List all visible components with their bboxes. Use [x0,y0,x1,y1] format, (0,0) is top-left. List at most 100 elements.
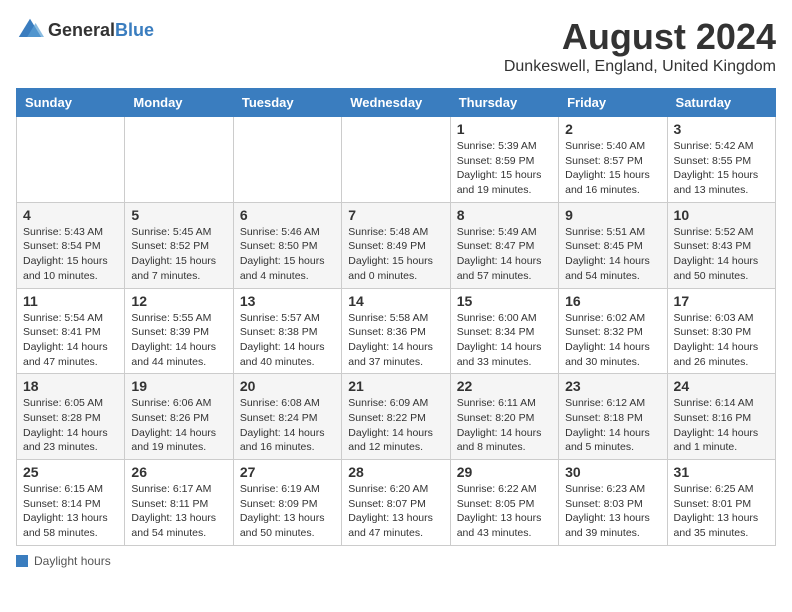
calendar-cell [233,117,341,203]
calendar-table: SundayMondayTuesdayWednesdayThursdayFrid… [16,88,776,546]
day-info: Sunrise: 5:45 AM Sunset: 8:52 PM Dayligh… [131,225,226,284]
day-number: 21 [348,378,443,394]
calendar-cell: 7 Sunrise: 5:48 AM Sunset: 8:49 PM Daylig… [342,202,450,288]
logo-icon [16,16,44,44]
header-cell-sunday: Sunday [17,89,125,117]
day-number: 17 [674,293,769,309]
calendar-cell: 24 Sunrise: 6:14 AM Sunset: 8:16 PM Dayli… [667,374,775,460]
day-number: 26 [131,464,226,480]
day-info: Sunrise: 6:11 AM Sunset: 8:20 PM Dayligh… [457,396,552,455]
day-info: Sunrise: 6:06 AM Sunset: 8:26 PM Dayligh… [131,396,226,455]
day-number: 12 [131,293,226,309]
calendar-cell: 23 Sunrise: 6:12 AM Sunset: 8:18 PM Dayli… [559,374,667,460]
day-number: 13 [240,293,335,309]
calendar-cell: 12 Sunrise: 5:55 AM Sunset: 8:39 PM Dayli… [125,288,233,374]
day-info: Sunrise: 5:57 AM Sunset: 8:38 PM Dayligh… [240,311,335,370]
calendar-cell: 17 Sunrise: 6:03 AM Sunset: 8:30 PM Dayli… [667,288,775,374]
day-number: 18 [23,378,118,394]
logo: General Blue [16,16,154,44]
day-number: 1 [457,121,552,137]
day-info: Sunrise: 6:25 AM Sunset: 8:01 PM Dayligh… [674,482,769,541]
calendar-cell: 27 Sunrise: 6:19 AM Sunset: 8:09 PM Dayli… [233,460,341,546]
day-info: Sunrise: 6:00 AM Sunset: 8:34 PM Dayligh… [457,311,552,370]
page-title: August 2024 [504,16,776,58]
day-info: Sunrise: 6:05 AM Sunset: 8:28 PM Dayligh… [23,396,118,455]
header-cell-thursday: Thursday [450,89,558,117]
day-info: Sunrise: 6:15 AM Sunset: 8:14 PM Dayligh… [23,482,118,541]
calendar-cell: 11 Sunrise: 5:54 AM Sunset: 8:41 PM Dayli… [17,288,125,374]
day-number: 27 [240,464,335,480]
day-number: 25 [23,464,118,480]
day-info: Sunrise: 5:55 AM Sunset: 8:39 PM Dayligh… [131,311,226,370]
week-row-3: 11 Sunrise: 5:54 AM Sunset: 8:41 PM Dayli… [17,288,776,374]
day-info: Sunrise: 5:42 AM Sunset: 8:55 PM Dayligh… [674,139,769,198]
day-number: 14 [348,293,443,309]
footer-note: Daylight hours [16,554,776,568]
day-info: Sunrise: 5:52 AM Sunset: 8:43 PM Dayligh… [674,225,769,284]
day-number: 16 [565,293,660,309]
week-row-2: 4Sunrise: 5:43 AM Sunset: 8:54 PM Daylig… [17,202,776,288]
day-info: Sunrise: 6:08 AM Sunset: 8:24 PM Dayligh… [240,396,335,455]
day-number: 23 [565,378,660,394]
day-info: Sunrise: 5:58 AM Sunset: 8:36 PM Dayligh… [348,311,443,370]
calendar-cell: 2Sunrise: 5:40 AM Sunset: 8:57 PM Daylig… [559,117,667,203]
calendar-cell: 19 Sunrise: 6:06 AM Sunset: 8:26 PM Dayli… [125,374,233,460]
day-number: 30 [565,464,660,480]
footer-label: Daylight hours [34,554,111,568]
header-cell-tuesday: Tuesday [233,89,341,117]
day-info: Sunrise: 6:02 AM Sunset: 8:32 PM Dayligh… [565,311,660,370]
header: General Blue August 2024 Dunkeswell, Eng… [16,16,776,76]
calendar-cell: 13 Sunrise: 5:57 AM Sunset: 8:38 PM Dayli… [233,288,341,374]
day-info: Sunrise: 5:54 AM Sunset: 8:41 PM Dayligh… [23,311,118,370]
day-number: 9 [565,207,660,223]
day-number: 19 [131,378,226,394]
week-row-1: 1 Sunrise: 5:39 AM Sunset: 8:59 PM Daylig… [17,117,776,203]
day-number: 31 [674,464,769,480]
footer-dot-icon [16,555,28,567]
logo-general: General [48,20,115,41]
day-number: 11 [23,293,118,309]
day-number: 22 [457,378,552,394]
day-info: Sunrise: 6:12 AM Sunset: 8:18 PM Dayligh… [565,396,660,455]
day-info: Sunrise: 5:39 AM Sunset: 8:59 PM Dayligh… [457,139,552,198]
day-info: Sunrise: 5:48 AM Sunset: 8:49 PM Dayligh… [348,225,443,284]
calendar-cell: 10 Sunrise: 5:52 AM Sunset: 8:43 PM Dayli… [667,202,775,288]
day-number: 6 [240,207,335,223]
calendar-cell: 14 Sunrise: 5:58 AM Sunset: 8:36 PM Dayli… [342,288,450,374]
calendar-cell: 16 Sunrise: 6:02 AM Sunset: 8:32 PM Dayli… [559,288,667,374]
title-area: August 2024 Dunkeswell, England, United … [504,16,776,76]
calendar-cell: 31 Sunrise: 6:25 AM Sunset: 8:01 PM Dayli… [667,460,775,546]
header-cell-wednesday: Wednesday [342,89,450,117]
calendar-cell: 26 Sunrise: 6:17 AM Sunset: 8:11 PM Dayli… [125,460,233,546]
day-info: Sunrise: 6:20 AM Sunset: 8:07 PM Dayligh… [348,482,443,541]
day-info: Sunrise: 6:22 AM Sunset: 8:05 PM Dayligh… [457,482,552,541]
day-info: Sunrise: 5:51 AM Sunset: 8:45 PM Dayligh… [565,225,660,284]
calendar-cell [342,117,450,203]
day-number: 24 [674,378,769,394]
day-info: Sunrise: 5:43 AM Sunset: 8:54 PM Dayligh… [23,225,118,284]
day-number: 20 [240,378,335,394]
day-number: 10 [674,207,769,223]
calendar-cell: 29 Sunrise: 6:22 AM Sunset: 8:05 PM Dayli… [450,460,558,546]
week-row-4: 18 Sunrise: 6:05 AM Sunset: 8:28 PM Dayli… [17,374,776,460]
calendar-cell: 9 Sunrise: 5:51 AM Sunset: 8:45 PM Daylig… [559,202,667,288]
calendar-cell: 28Sunrise: 6:20 AM Sunset: 8:07 PM Dayli… [342,460,450,546]
day-number: 7 [348,207,443,223]
day-number: 29 [457,464,552,480]
calendar-cell: 8Sunrise: 5:49 AM Sunset: 8:47 PM Daylig… [450,202,558,288]
calendar-cell: 15 Sunrise: 6:00 AM Sunset: 8:34 PM Dayli… [450,288,558,374]
calendar-cell: 30Sunrise: 6:23 AM Sunset: 8:03 PM Dayli… [559,460,667,546]
day-number: 15 [457,293,552,309]
day-info: Sunrise: 6:03 AM Sunset: 8:30 PM Dayligh… [674,311,769,370]
day-number: 3 [674,121,769,137]
day-number: 5 [131,207,226,223]
header-row: SundayMondayTuesdayWednesdayThursdayFrid… [17,89,776,117]
day-info: Sunrise: 6:19 AM Sunset: 8:09 PM Dayligh… [240,482,335,541]
day-info: Sunrise: 5:49 AM Sunset: 8:47 PM Dayligh… [457,225,552,284]
week-row-5: 25 Sunrise: 6:15 AM Sunset: 8:14 PM Dayli… [17,460,776,546]
header-cell-monday: Monday [125,89,233,117]
day-number: 2 [565,121,660,137]
day-info: Sunrise: 6:17 AM Sunset: 8:11 PM Dayligh… [131,482,226,541]
calendar-cell: 1 Sunrise: 5:39 AM Sunset: 8:59 PM Daylig… [450,117,558,203]
day-info: Sunrise: 6:14 AM Sunset: 8:16 PM Dayligh… [674,396,769,455]
